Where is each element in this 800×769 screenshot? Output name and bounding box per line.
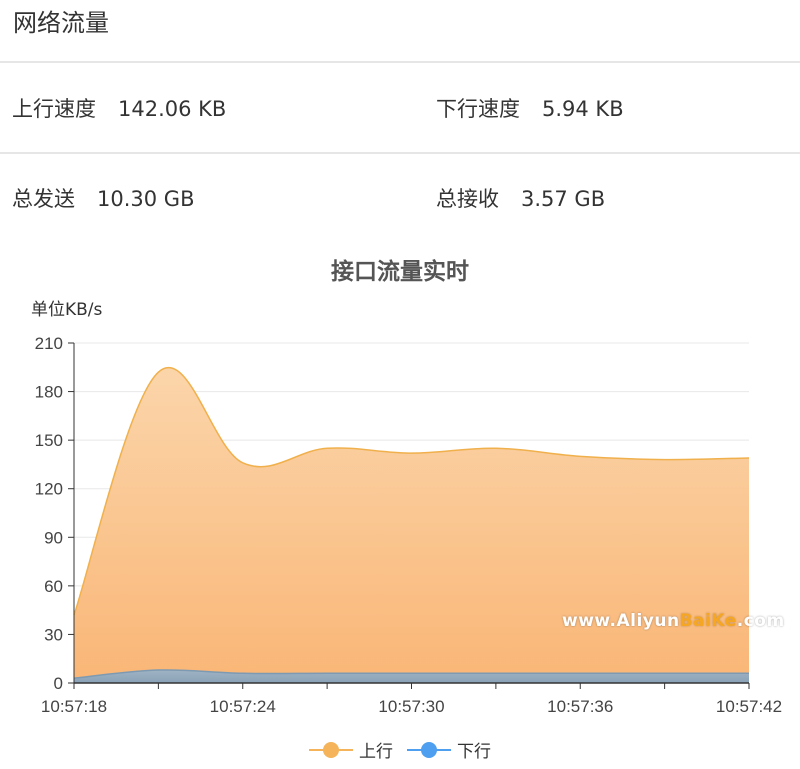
area-fill-upload — [74, 367, 749, 683]
y-tick-label: 90 — [44, 528, 63, 547]
watermark-suffix: .com — [736, 611, 785, 631]
traffic-area-chart: 0 30 60 90 120 150 180 210 10:57:18 10:57:24 10:57… — [35, 334, 782, 716]
watermark-accent: BaiKe — [679, 611, 737, 631]
legend-swatch-down — [407, 741, 451, 759]
chart-legend: 上行 下行 — [0, 737, 800, 762]
x-tick-label: 10:57:24 — [210, 697, 276, 716]
y-tick-label: 120 — [35, 480, 63, 499]
y-tick-label: 210 — [35, 334, 63, 353]
y-tick-label: 180 — [35, 383, 63, 402]
x-tick-label: 10:57:30 — [378, 697, 444, 716]
legend-label-down: 下行 — [457, 742, 491, 762]
x-tick-label: 10:57:36 — [547, 697, 613, 716]
watermark: www.AliyunBaiKe.com — [562, 611, 785, 631]
legend-label-up: 上行 — [359, 742, 393, 762]
y-tick-label: 60 — [44, 577, 63, 596]
x-tick-label: 10:57:42 — [716, 697, 782, 716]
watermark-prefix: www.Aliyun — [562, 611, 680, 631]
y-tick-label: 150 — [35, 431, 63, 450]
legend-swatch-up — [309, 741, 353, 759]
x-tick-label: 10:57:18 — [41, 697, 107, 716]
y-tick-label: 0 — [54, 674, 63, 693]
legend-item-up[interactable]: 上行 — [309, 737, 393, 762]
y-tick-label: 30 — [44, 625, 63, 644]
legend-item-down[interactable]: 下行 — [407, 737, 491, 762]
